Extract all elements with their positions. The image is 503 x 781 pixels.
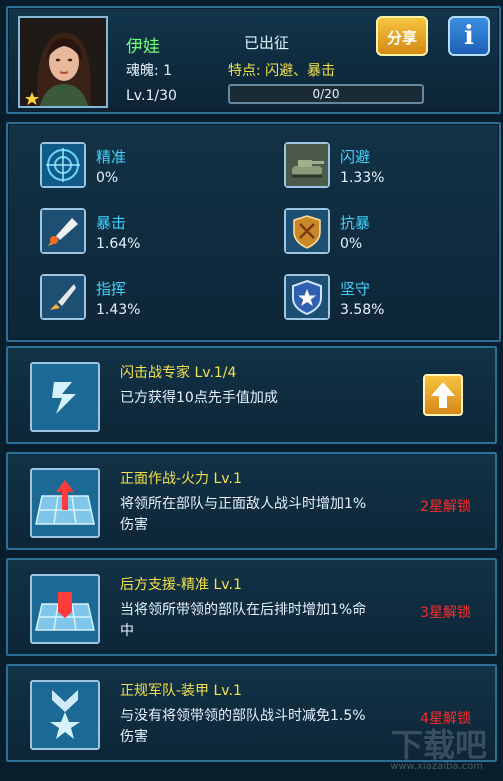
skill-row[interactable]: 正面作战-火力 Lv.1 将领所在部队与正面敌人战斗时增加1%伤害 2星解锁 (6, 452, 497, 550)
stat-value: 1.33% (340, 170, 385, 186)
skill-title: 后方支援-精准 Lv.1 (120, 577, 242, 593)
hero-portrait[interactable] (18, 16, 108, 108)
skill-desc: 当将领所带领的部队在后排时增加1%命中 (120, 602, 367, 639)
stat-value: 0% (340, 236, 363, 252)
skill-title: 闪击战专家 Lv.1/4 (120, 365, 237, 381)
skills-panel: 闪击战专家 Lv.1/4 已方获得10点先手值加成 正面作战-火力 Lv.1 将… (6, 346, 497, 774)
shield-icon (284, 208, 330, 254)
skill-title: 正面作战-火力 Lv.1 (120, 471, 242, 487)
skill-desc: 与没有将领带领的部队战斗时减免1.5%伤害 (120, 708, 366, 745)
traits-label: 特点: (228, 63, 261, 79)
deploy-status: 已出征 (244, 34, 290, 52)
traits-value: 闪避、暴击 (265, 63, 336, 79)
rocket-icon (40, 274, 86, 320)
grid-front-icon (30, 468, 100, 538)
stat-label: 抗暴 (340, 214, 371, 232)
stat-value: 3.58% (340, 302, 385, 318)
stat-command: 指挥 1.43% (40, 274, 260, 326)
stat-evasion: 闪避 1.33% (284, 142, 503, 194)
unlock-requirement: 3星解锁 (420, 605, 471, 621)
arrow-up-icon (431, 382, 455, 408)
unlock-requirement: 2星解锁 (420, 499, 471, 515)
watermark-url: www.xiazaiba.com (390, 761, 483, 772)
skill-row[interactable]: 后方支援-精准 Lv.1 当将领所带领的部队在后排时增加1%命中 3星解锁 (6, 558, 497, 656)
stat-label: 精准 (96, 148, 127, 166)
hero-header: 伊娃 魂魄: 1 Lv.1/30 已出征 特点: 闪避、暴击 0/20 分享 i (6, 6, 501, 114)
info-button[interactable]: i (448, 16, 490, 56)
hero-name: 伊娃 (126, 37, 160, 57)
soul-count: 魂魄: 1 (126, 63, 173, 79)
skill-desc: 已方获得10点先手值加成 (120, 390, 278, 406)
tank-icon (284, 142, 330, 188)
stat-accuracy: 精准 0% (40, 142, 260, 194)
stat-value: 1.43% (96, 302, 141, 318)
radar-icon (40, 142, 86, 188)
stat-label: 指挥 (96, 280, 127, 298)
star-shield-icon (284, 274, 330, 320)
lightning-icon (30, 362, 100, 432)
share-button[interactable]: 分享 (376, 16, 428, 56)
watermark: 下载吧 (390, 726, 487, 764)
stat-label: 闪避 (340, 148, 371, 166)
skill-row[interactable]: 闪击战专家 Lv.1/4 已方获得10点先手值加成 (6, 346, 497, 444)
stat-defense: 坚守 3.58% (284, 274, 503, 326)
exp-progress-text: 0/20 (312, 87, 340, 101)
stat-value: 0% (96, 170, 119, 186)
stat-value: 1.64% (96, 236, 141, 252)
missile-icon (40, 208, 86, 254)
grid-rear-icon (30, 574, 100, 644)
stats-panel: 精准 0% 闪避 1.33% 暴击 1.64% 抗暴 0% 指挥 1.43% 坚… (6, 122, 501, 342)
upgrade-button[interactable] (423, 374, 463, 416)
skill-desc: 将领所在部队与正面敌人战斗时增加1%伤害 (120, 496, 367, 533)
stat-label: 坚守 (340, 280, 371, 298)
exp-progress-bar: 0/20 (228, 84, 424, 104)
hero-level: Lv.1/30 (126, 88, 177, 104)
stat-crit: 暴击 1.64% (40, 208, 260, 260)
skill-title: 正规军队-装甲 Lv.1 (120, 683, 242, 699)
stat-anticrit: 抗暴 0% (284, 208, 503, 260)
medal-icon (30, 680, 100, 750)
traits: 特点: 闪避、暴击 (228, 60, 335, 80)
stat-label: 暴击 (96, 214, 127, 232)
